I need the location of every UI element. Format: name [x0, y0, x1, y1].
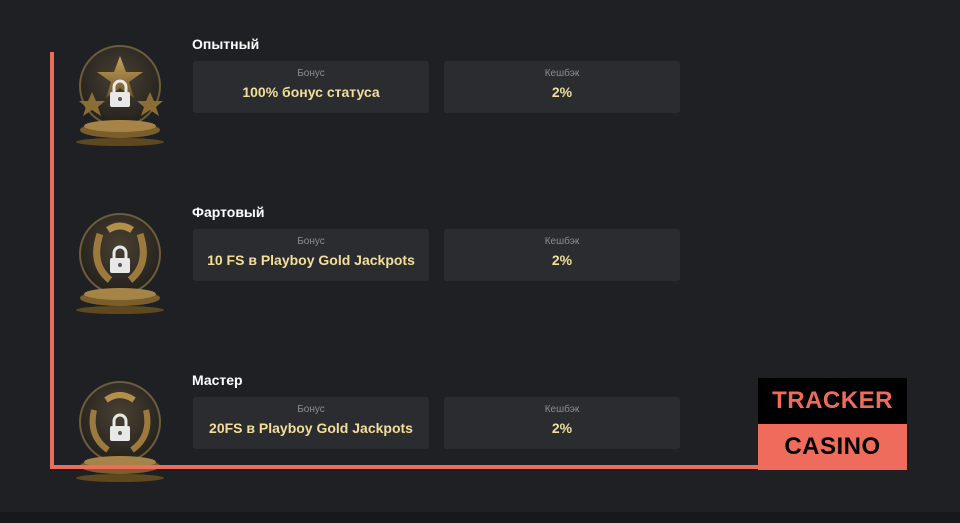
stars-trophy-locked-icon — [76, 45, 164, 146]
bonus-card: Бонус 20FS в Playboy Gold Jackpots — [193, 397, 429, 449]
bonus-card: Бонус 10 FS в Playboy Gold Jackpots — [193, 229, 429, 281]
bonus-label: Бонус — [297, 404, 325, 415]
bonus-card: Бонус 100% бонус статуса — [193, 61, 429, 113]
watermark-bottom-text: CASINO — [758, 424, 907, 470]
level-title: Фартовый — [192, 204, 265, 220]
accent-line-vertical — [50, 52, 54, 469]
cashback-label: Кешбэк — [544, 68, 580, 79]
bottom-divider — [0, 512, 960, 523]
level-row-opytny: Опытный Бонус 100% бонус статуса Кешбэк … — [0, 36, 720, 156]
vip-levels-page: Опытный Бонус 100% бонус статуса Кешбэк … — [0, 0, 960, 523]
cashback-card: Кешбэк 2% — [444, 229, 680, 281]
bonus-label: Бонус — [297, 236, 325, 247]
bonus-value: 100% бонус статуса — [242, 84, 380, 100]
bonus-value: 20FS в Playboy Gold Jackpots — [209, 420, 413, 436]
cashback-label: Кешбэк — [544, 236, 580, 247]
cashback-card: Кешбэк 2% — [444, 61, 680, 113]
horseshoe-trophy-locked-icon — [76, 213, 164, 314]
accent-line-horizontal — [50, 465, 760, 469]
cashback-value: 2% — [551, 252, 573, 268]
level-row-fartovy: Фартовый Бонус 10 FS в Playboy Gold Jack… — [0, 204, 720, 324]
level-title: Опытный — [192, 36, 260, 52]
watermark-top-text: TRACKER — [758, 378, 907, 424]
bonus-label: Бонус — [297, 68, 325, 79]
cashback-value: 2% — [551, 84, 573, 100]
level-row-master: Мастер Бонус 20FS в Playboy Gold Jackpot… — [0, 372, 720, 492]
cashback-label: Кешбэк — [544, 404, 580, 415]
bonus-value: 10 FS в Playboy Gold Jackpots — [207, 252, 415, 268]
cashback-card: Кешбэк 2% — [444, 397, 680, 449]
tracker-casino-watermark: TRACKER CASINO — [758, 378, 907, 470]
cashback-value: 2% — [551, 420, 573, 436]
level-title: Мастер — [192, 372, 243, 388]
